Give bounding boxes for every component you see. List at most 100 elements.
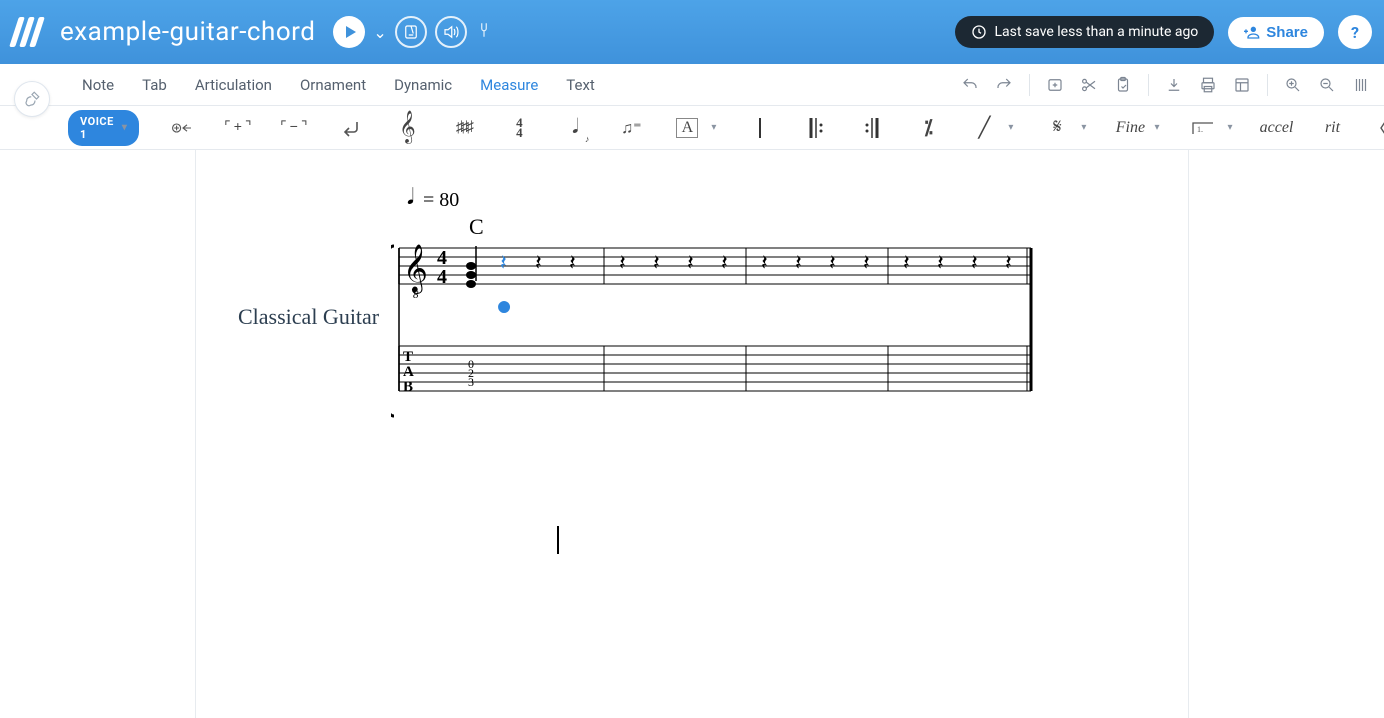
insert-before-button[interactable] [171,114,195,142]
svg-text:𝄽: 𝄽 [829,250,836,275]
volume-button[interactable] [435,16,467,48]
fine-button[interactable]: Fine [1118,114,1142,142]
chevron-down-icon: ▾ [122,122,128,133]
svg-text:𝄽: 𝄽 [535,250,542,275]
add-bracket-button[interactable]: ⌜+⌝ [227,114,251,142]
save-status-text: Last save less than a minute ago [995,24,1199,40]
voice-selector[interactable]: VOICE 1 ▾ [68,110,139,146]
tab-dynamic[interactable]: Dynamic [380,64,466,105]
repeat-end-button[interactable] [860,114,884,142]
tab-fret[interactable]: 3 [468,375,474,389]
metronome-icon [402,23,420,41]
document-area: Classical Guitar 𝅘𝅥 = 80 C [0,150,1384,718]
tab-clef-a: A [403,364,414,380]
tab-clef-t: T [403,349,413,365]
chevron-down-icon[interactable]: ▾ [1154,122,1159,133]
add-measure-icon[interactable] [1046,76,1064,94]
chevron-down-icon[interactable]: ▾ [1227,122,1232,133]
rehearsal-mark-button[interactable]: A [675,114,699,142]
svg-text:𝄽: 𝄽 [863,250,870,275]
app-logo[interactable] [12,15,46,49]
playback-cursor [557,526,559,554]
svg-text:𝄽: 𝄽 [1005,250,1012,275]
chevron-down-icon[interactable]: ▾ [1008,122,1013,133]
simile-button[interactable]: ⁒ [916,114,940,142]
score-system[interactable]: 𝅘𝅥 = 80 C [391,186,1111,446]
swing-button[interactable]: ♫⁼ [619,114,643,142]
segno-button[interactable]: 𝄋 [1045,114,1069,142]
volta-button[interactable]: 1. [1191,114,1215,142]
svg-text:𝄽: 𝄽 [937,250,944,275]
save-status: Last save less than a minute ago [955,16,1215,48]
redo-icon[interactable] [995,76,1013,94]
svg-text:𝄽: 𝄽 [619,250,626,275]
slash-button[interactable]: ╱ [972,114,996,142]
editor-tabs: Note Tab Articulation Ornament Dynamic M… [0,64,1384,106]
print-icon[interactable] [1199,76,1217,94]
tab-articulation[interactable]: Articulation [181,64,286,105]
system-bracket [391,246,394,416]
document-title[interactable]: example-guitar-chord [60,17,315,47]
tab-text[interactable]: Text [552,64,609,105]
tab-clef-b: B [403,379,413,395]
tab-tab[interactable]: Tab [128,64,181,105]
voice-label: VOICE 1 [80,115,114,141]
svg-text:𝄽: 𝄽 [569,250,576,275]
svg-text:𝄽: 𝄽 [795,250,802,275]
tuning-button[interactable] [475,21,493,43]
tempo-picker-button[interactable] [395,16,427,48]
svg-text:𝄽: 𝄽 [761,250,768,275]
paste-icon[interactable] [1114,76,1132,94]
play-icon [346,26,356,38]
pickup-button[interactable]: 𝅘𝅥♪ [563,114,587,142]
zoom-in-icon[interactable] [1284,76,1302,94]
barline-normal-button[interactable] [748,114,772,142]
time-signature-button[interactable]: 44 [507,114,531,142]
scissors-icon[interactable] [1080,76,1098,94]
layout-icon[interactable] [1233,76,1251,94]
score-page[interactable]: Classical Guitar 𝅘𝅥 = 80 C [196,150,1188,718]
top-bar: example-guitar-chord ⌄ Last save less th… [0,0,1384,64]
zoom-out-icon[interactable] [1318,76,1336,94]
play-options-caret[interactable]: ⌄ [373,23,386,42]
selection-handle-icon[interactable] [498,301,510,313]
separator [1267,74,1268,96]
repeat-start-button[interactable] [804,114,828,142]
help-button[interactable]: ? [1338,15,1372,49]
share-button[interactable]: Share [1228,17,1324,48]
tab-measure[interactable]: Measure [466,64,552,105]
rests: 𝄽𝄽 𝄽𝄽𝄽𝄽 𝄽𝄽𝄽𝄽 𝄽𝄽𝄽𝄽 [535,250,1012,275]
rit-button[interactable]: rit [1321,114,1345,142]
undo-icon[interactable] [961,76,979,94]
selected-rest-icon[interactable]: 𝄽 [500,250,507,275]
accel-button[interactable]: accel [1265,114,1289,142]
svg-text:𝄽: 𝄽 [653,250,660,275]
tab-ornament[interactable]: Ornament [286,64,380,105]
key-signature-button[interactable]: ♯♯♯ [451,114,475,142]
svg-text:𝄽: 𝄽 [687,250,694,275]
volume-icon [442,23,460,41]
chevron-down-icon[interactable]: ▾ [1081,122,1086,133]
clef-octave: 8 [413,289,419,301]
tempo-text[interactable]: = 80 [423,189,459,211]
treble-clef-icon: 𝄞 [403,244,428,294]
download-icon[interactable] [1165,76,1183,94]
standard-staff[interactable]: 𝄞 8 4 4 𝄽 [399,244,1031,313]
tab-note[interactable]: Note [68,64,128,105]
chord-c-major[interactable]: 𝄽 [466,246,510,313]
bars-icon[interactable] [1352,76,1370,94]
delete-button[interactable] [1377,114,1384,142]
svg-text:1.: 1. [1197,125,1203,134]
clef-button[interactable]: 𝄞 [395,114,419,142]
tuning-fork-icon [475,21,493,39]
timesig-den: 4 [437,266,447,288]
tab-staff[interactable]: T A B 0 2 3 [399,346,1031,395]
chord-symbol[interactable]: C [469,214,484,239]
part-name: Classical Guitar [238,304,379,330]
svg-text:𝄽: 𝄽 [971,250,978,275]
play-button[interactable] [333,16,365,48]
system-break-button[interactable] [339,114,363,142]
clock-icon [971,24,987,40]
remove-bracket-button[interactable]: ⌜−⌝ [283,114,307,142]
chevron-down-icon[interactable]: ▾ [711,122,716,133]
